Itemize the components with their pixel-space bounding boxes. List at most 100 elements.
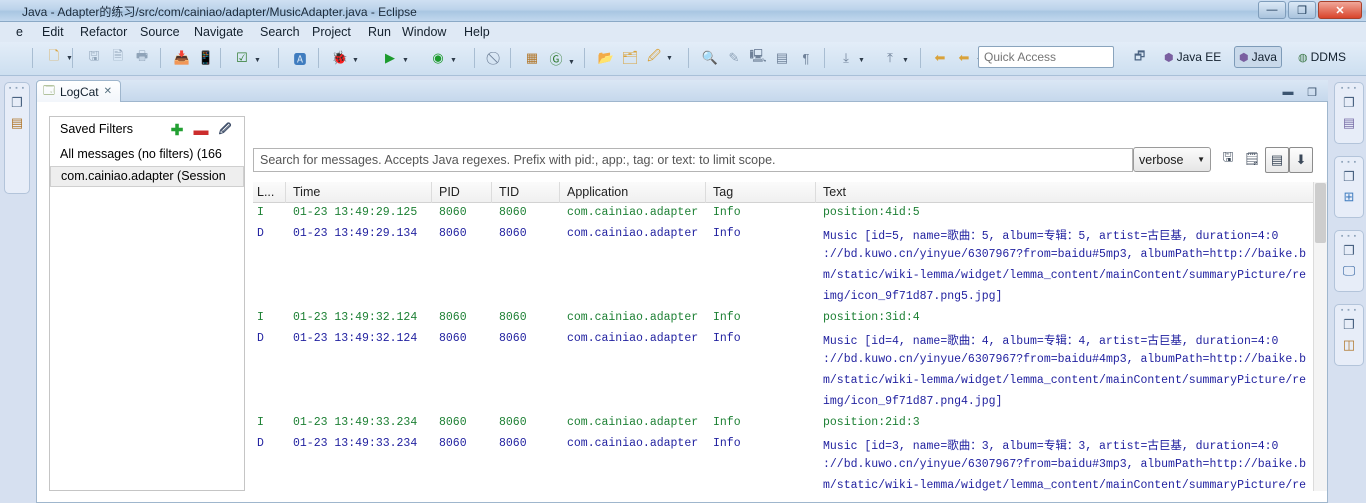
toolbar-debug-button[interactable]: 🐞 ▼ <box>330 48 361 71</box>
console-icon[interactable]: 🖵 <box>1335 261 1363 281</box>
toolbar-pencil-button[interactable]: ✎ <box>724 48 744 68</box>
column-divider[interactable] <box>559 182 560 203</box>
chevron-down-icon[interactable]: ▼ <box>252 51 263 71</box>
column-header-tid[interactable]: TID <box>499 185 519 199</box>
clear-log-icon[interactable]: 🗒 <box>1241 147 1263 171</box>
menu-item-navigate[interactable]: Navigate <box>190 24 247 40</box>
column-divider[interactable] <box>815 182 816 203</box>
menu-item-window[interactable]: Window <box>398 24 450 40</box>
package-explorer-icon[interactable]: ▤ <box>5 113 29 133</box>
toolbar-show-whitespace-button[interactable]: ¶ <box>796 48 816 68</box>
toolbar-toggle-block-selection-button[interactable]: ▤ <box>772 48 792 68</box>
table-row[interactable]: D 01-23 13:49:32.124 8060 8060 com.cainiao.a… <box>253 329 1313 413</box>
menu-item-e[interactable]: e <box>12 24 27 40</box>
column-divider[interactable] <box>285 182 286 203</box>
add-filter-button[interactable]: ✚ <box>168 121 186 139</box>
fastview-grip[interactable]: ▪ ▪ ▪ <box>1335 83 1363 93</box>
toolbar-task-repo-button[interactable]: 🖳 <box>748 48 768 68</box>
column-divider[interactable] <box>705 182 706 203</box>
menu-item-help[interactable]: Help <box>460 24 494 40</box>
view-maximize-button[interactable]: ❐ <box>1304 84 1320 100</box>
log-table-scrollbar[interactable] <box>1313 182 1327 491</box>
toolbar-skip-breakpoints-button[interactable]: ⃠ <box>486 48 506 68</box>
quick-access-box[interactable] <box>978 46 1114 68</box>
chevron-down-icon[interactable]: ▼ <box>350 51 361 71</box>
toolbar-new-android-project-button[interactable]: 🅰 <box>290 48 310 68</box>
save-log-icon[interactable]: 🖫 <box>1217 147 1239 171</box>
hierarchy-icon[interactable]: ⊞ <box>1335 187 1363 207</box>
fastview-grip[interactable]: ▪ ▪ ▪ <box>1335 157 1363 167</box>
column-header-pid[interactable]: PID <box>439 185 460 199</box>
toolbar-new-java-package-button[interactable]: ▦ <box>522 48 542 68</box>
column-header-text[interactable]: Text <box>823 185 846 199</box>
table-row[interactable]: D 01-23 13:49:33.234 8060 8060 com.cainiao.a… <box>253 434 1313 491</box>
toolbar-new-wizard-button[interactable]: 🗋 ▼ <box>44 48 75 69</box>
menu-item-project[interactable]: Project <box>308 24 355 40</box>
fastview-grip[interactable]: ▪ ▪ ▪ <box>5 83 29 93</box>
toolbar-new-class-button[interactable]: Ⓖ ▼ <box>546 48 577 72</box>
chevron-down-icon[interactable]: ▼ <box>856 51 867 71</box>
column-header-tag[interactable]: Tag <box>713 185 733 199</box>
window-minimize-button[interactable]: — <box>1258 1 1286 19</box>
log-level-select[interactable]: verbose ▼ <box>1133 147 1211 172</box>
view-minimize-button[interactable]: ▬ <box>1280 84 1296 100</box>
menu-item-refactor[interactable]: Refactor <box>76 24 131 40</box>
toolbar-next-annotation-button[interactable]: ⤓ ▼ <box>836 48 867 71</box>
menu-item-run[interactable]: Run <box>364 24 395 40</box>
toolbar-android-sdk-manager-button[interactable]: 📥 <box>172 48 192 68</box>
menu-item-source[interactable]: Source <box>136 24 184 40</box>
chevron-down-icon[interactable]: ▼ <box>64 49 75 69</box>
close-icon[interactable]: ✕ <box>104 86 112 97</box>
toolbar-previous-annotation-button[interactable]: ⤒ ▼ <box>880 48 911 71</box>
column-header-time[interactable]: Time <box>293 185 320 199</box>
toolbar-open-type-button[interactable]: 📂 <box>596 48 616 68</box>
chevron-down-icon[interactable]: ▼ <box>448 51 459 71</box>
restore-icon[interactable]: ❐ <box>1335 315 1363 335</box>
restore-icon[interactable]: ❐ <box>5 93 29 113</box>
toolbar-coverage-button[interactable]: ◉ ▼ <box>428 48 459 71</box>
table-row[interactable]: I 01-23 13:49:33.234 8060 8060 com.cainiao.a… <box>253 413 1313 434</box>
column-header-application[interactable]: Application <box>567 185 628 199</box>
restore-icon[interactable]: ❐ <box>1335 93 1363 113</box>
fastview-grip[interactable]: ▪ ▪ ▪ <box>1335 305 1363 315</box>
search-input[interactable] <box>254 149 1132 171</box>
menu-item-search[interactable]: Search <box>256 24 304 40</box>
perspective-ddms[interactable]: ◍ DDMS <box>1294 46 1350 68</box>
window-close-button[interactable]: ✕ <box>1318 1 1362 19</box>
toolbar-android-virtual-device-button[interactable]: 📱 <box>196 48 216 68</box>
perspective-java-ee[interactable]: ⬢ Java EE <box>1160 46 1225 68</box>
menu-item-edit[interactable]: Edit <box>38 24 68 40</box>
scroll-lock-icon[interactable]: ⬇ <box>1289 147 1313 173</box>
perspective-java[interactable]: ⬢ Java <box>1234 46 1282 68</box>
toolbar-search-generic-button[interactable]: 🔍 <box>700 48 720 68</box>
toolbar-save-button[interactable]: 🖫 <box>84 48 104 68</box>
layout-icon[interactable]: ◫ <box>1335 335 1363 355</box>
fastview-grip[interactable]: ▪ ▪ ▪ <box>1335 231 1363 241</box>
quick-access-input[interactable] <box>979 47 1113 67</box>
tab-logcat[interactable]: 🗔 LogCat ✕ <box>36 80 122 102</box>
table-row[interactable]: D 01-23 13:49:29.134 8060 8060 com.cainiao.a… <box>253 224 1313 308</box>
scrollbar-thumb[interactable] <box>1315 183 1326 243</box>
toolbar-save-all-button[interactable]: 🗎 <box>108 48 128 68</box>
search-box[interactable] <box>253 148 1133 172</box>
toolbar-open-task-button[interactable]: 🗂 <box>620 48 640 68</box>
toolbar-build-check-button[interactable]: ☑ ▼ <box>232 48 263 71</box>
table-row[interactable]: I 01-23 13:49:29.125 8060 8060 com.cainiao.a… <box>253 203 1313 224</box>
column-header-level[interactable]: L... <box>257 185 274 199</box>
window-restore-button[interactable]: ❐ <box>1288 1 1316 19</box>
chevron-down-icon[interactable]: ▼ <box>400 51 411 71</box>
table-row[interactable]: I 01-23 13:49:32.124 8060 8060 com.cainiao.a… <box>253 308 1313 329</box>
saved-filter-item[interactable]: All messages (no filters) (166 <box>50 145 244 166</box>
outline-icon[interactable]: ▤ <box>1335 113 1363 133</box>
display-saved-logs-icon[interactable]: ▤ <box>1265 147 1289 173</box>
chevron-down-icon[interactable]: ▼ <box>664 49 675 69</box>
toolbar-run-button[interactable]: ▶ ▼ <box>380 48 411 71</box>
edit-filter-button[interactable]: 🖉 <box>216 121 234 139</box>
open-perspective-icon[interactable]: 🗗 <box>1130 46 1149 68</box>
restore-icon[interactable]: ❐ <box>1335 241 1363 261</box>
toolbar-last-edit-location-button[interactable]: ⬅ <box>930 48 950 68</box>
column-divider[interactable] <box>431 182 432 203</box>
chevron-down-icon[interactable]: ▼ <box>900 51 911 71</box>
saved-filter-item[interactable]: com.cainiao.adapter (Session <box>50 166 244 187</box>
toolbar-marker-button[interactable]: 🖉 ▼ <box>644 48 675 69</box>
